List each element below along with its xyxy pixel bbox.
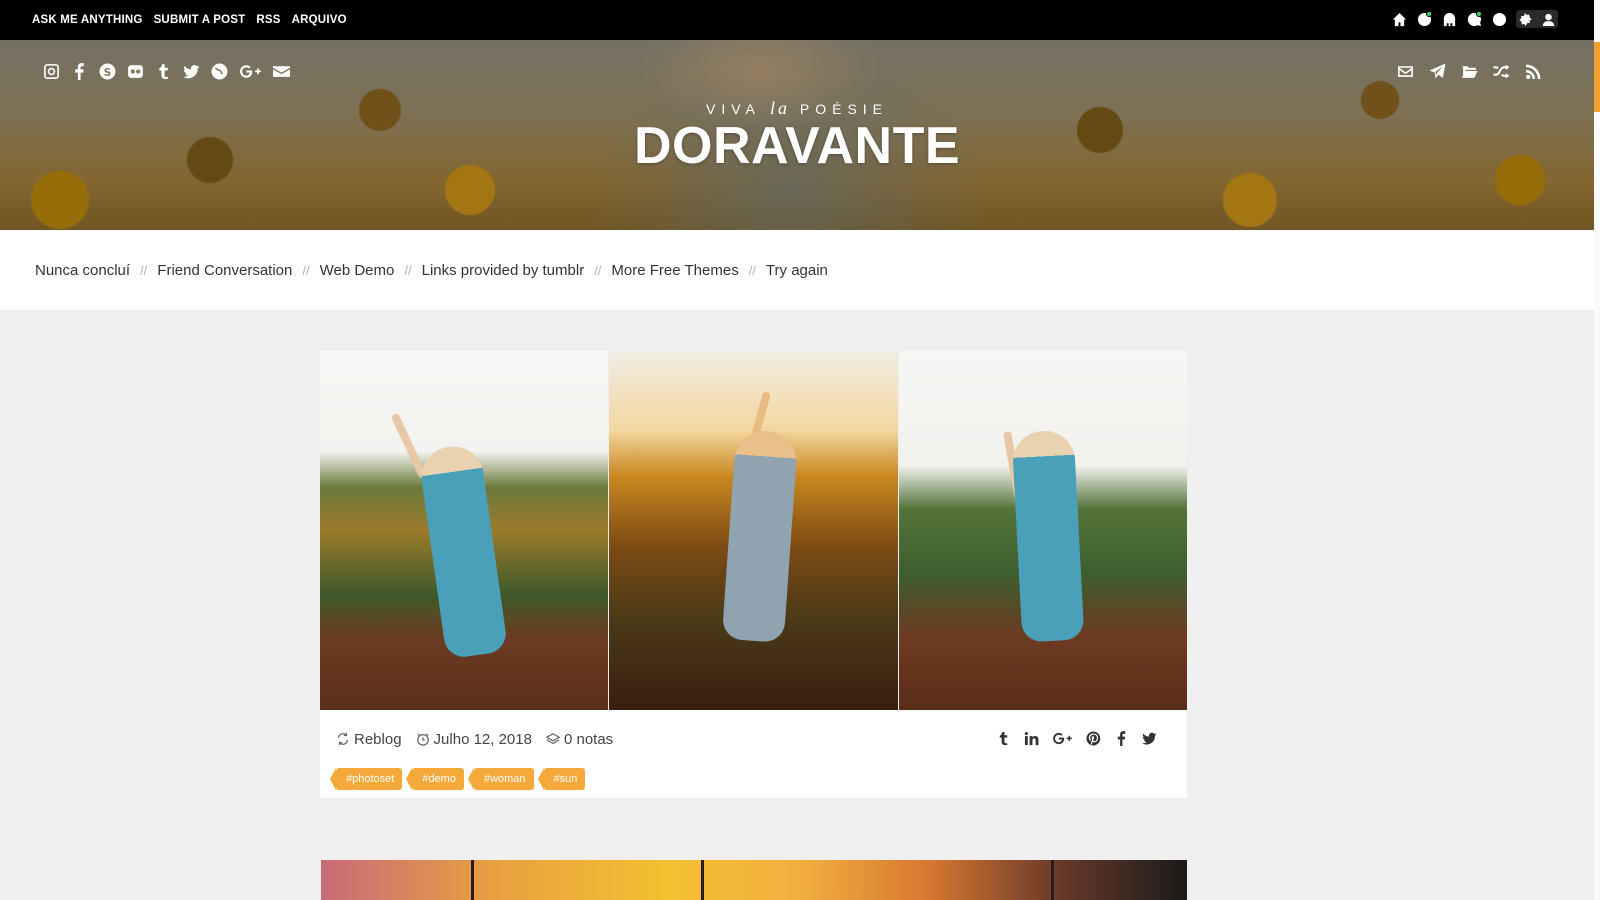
- header-action-icons: [1396, 62, 1542, 80]
- chat-icon[interactable]: [1466, 10, 1482, 28]
- reblog-icon: [338, 732, 348, 746]
- skype-icon[interactable]: S: [98, 62, 116, 80]
- tag-photoset[interactable]: #photoset: [329, 768, 403, 790]
- post-date: Julho 12, 2018: [433, 730, 532, 748]
- tumblr-icon[interactable]: [995, 729, 1011, 747]
- facebook-icon[interactable]: [70, 62, 88, 80]
- tagline-word-3: POÉSIE: [799, 101, 889, 117]
- tag-sun[interactable]: #sun: [537, 768, 586, 790]
- ghost-icon[interactable]: [1441, 10, 1457, 28]
- reblog-link[interactable]: Reblog: [336, 731, 402, 748]
- nav-separator: //: [748, 262, 756, 278]
- illustration-line: [1051, 860, 1054, 900]
- photoset-image[interactable]: [609, 351, 898, 710]
- gear-icon: [1519, 12, 1532, 26]
- photoset-image[interactable]: [320, 351, 609, 710]
- tagline-word-2: la: [769, 98, 790, 118]
- page-navigation: Nunca concluí // Friend Conversation // …: [0, 230, 1594, 310]
- nav-separator: //: [594, 262, 602, 278]
- post-tags: #photoset #demo #woman #sun: [320, 768, 1187, 790]
- face-icon[interactable]: [1491, 10, 1507, 28]
- mail-icon[interactable]: [1396, 62, 1414, 80]
- notes-link[interactable]: 0 notas: [545, 730, 614, 748]
- ask-me-anything-link[interactable]: ASK ME ANYTHING: [32, 14, 143, 26]
- header-banner: S VIVA la POÉSIE DORAVANTE: [0, 40, 1594, 230]
- nav-separator: //: [140, 262, 148, 278]
- scrollbar-thumb[interactable]: [1594, 42, 1600, 112]
- next-post-image[interactable]: [321, 860, 1187, 900]
- rss-link[interactable]: RSS: [256, 14, 280, 26]
- svg-text:S: S: [103, 65, 111, 78]
- clock-icon: [416, 733, 429, 746]
- tag-demo[interactable]: #demo: [406, 768, 464, 790]
- twitter-icon[interactable]: [1141, 729, 1157, 747]
- page-scrollbar[interactable]: [1594, 0, 1600, 900]
- nav-separator: //: [302, 262, 310, 278]
- nav-separator: //: [404, 262, 412, 278]
- photo-figure: [417, 442, 509, 660]
- nav-item-friend-conversation[interactable]: Friend Conversation: [157, 262, 292, 279]
- arquivo-link[interactable]: ARQUIVO: [292, 14, 347, 26]
- reblog-label: Reblog: [354, 730, 402, 748]
- google-plus-icon[interactable]: [1051, 729, 1073, 747]
- nav-item-more-free-themes[interactable]: More Free Themes: [611, 262, 738, 279]
- illustration-line: [471, 860, 474, 900]
- photo-figure: [1011, 429, 1085, 643]
- linkedin-icon[interactable]: [1023, 729, 1039, 747]
- post-date-link[interactable]: Julho 12, 2018: [416, 731, 532, 748]
- nav-item-nunca-conclui[interactable]: Nunca concluí: [35, 262, 130, 279]
- settings-account-toggle[interactable]: [1516, 10, 1558, 28]
- tag-woman[interactable]: #woman: [468, 768, 534, 790]
- notes-count: 0 notas: [563, 730, 614, 748]
- tumblr-icon[interactable]: [154, 62, 172, 80]
- site-title[interactable]: DORAVANTE: [0, 116, 1594, 176]
- top-bar: ASK ME ANYTHING SUBMIT A POST RSS ARQUIV…: [0, 0, 1594, 40]
- facebook-icon[interactable]: [1113, 729, 1129, 747]
- layers-icon: [545, 733, 560, 745]
- share-icons: [995, 729, 1157, 747]
- flickr-icon[interactable]: [126, 62, 144, 80]
- illustration-line: [701, 860, 704, 900]
- nav-item-try-again[interactable]: Try again: [766, 262, 828, 279]
- shuffle-icon[interactable]: [1492, 62, 1510, 80]
- photoset-image[interactable]: [898, 351, 1187, 710]
- tagline-word-1: VIVA: [705, 101, 761, 117]
- user-icon: [1542, 13, 1555, 26]
- social-links: S: [42, 62, 290, 80]
- instagram-icon[interactable]: [42, 62, 60, 80]
- pinterest-icon[interactable]: [1085, 729, 1101, 747]
- rss-icon[interactable]: [1524, 62, 1542, 80]
- photoset: [320, 351, 1187, 710]
- top-links: ASK ME ANYTHING SUBMIT A POST RSS ARQUIV…: [32, 0, 347, 40]
- post-meta: Reblog Julho 12, 2018 0 notas: [320, 710, 1187, 768]
- folder-icon[interactable]: [1460, 62, 1478, 80]
- send-icon[interactable]: [1428, 62, 1446, 80]
- message-icon[interactable]: [1416, 10, 1432, 28]
- home-icon[interactable]: [1391, 10, 1407, 28]
- nav-item-links-provided-by-tumblr[interactable]: Links provided by tumblr: [422, 262, 585, 279]
- nav-item-web-demo[interactable]: Web Demo: [320, 262, 395, 279]
- google-plus-icon[interactable]: [238, 62, 262, 80]
- tumblr-controls: [1391, 10, 1558, 28]
- globe-icon[interactable]: [210, 62, 228, 80]
- submit-a-post-link[interactable]: SUBMIT A POST: [154, 14, 246, 26]
- envelope-icon[interactable]: [272, 62, 290, 80]
- twitter-icon[interactable]: [182, 62, 200, 80]
- photoset-post: Reblog Julho 12, 2018 0 notas #photoset …: [320, 351, 1187, 798]
- photo-figure: [722, 429, 799, 643]
